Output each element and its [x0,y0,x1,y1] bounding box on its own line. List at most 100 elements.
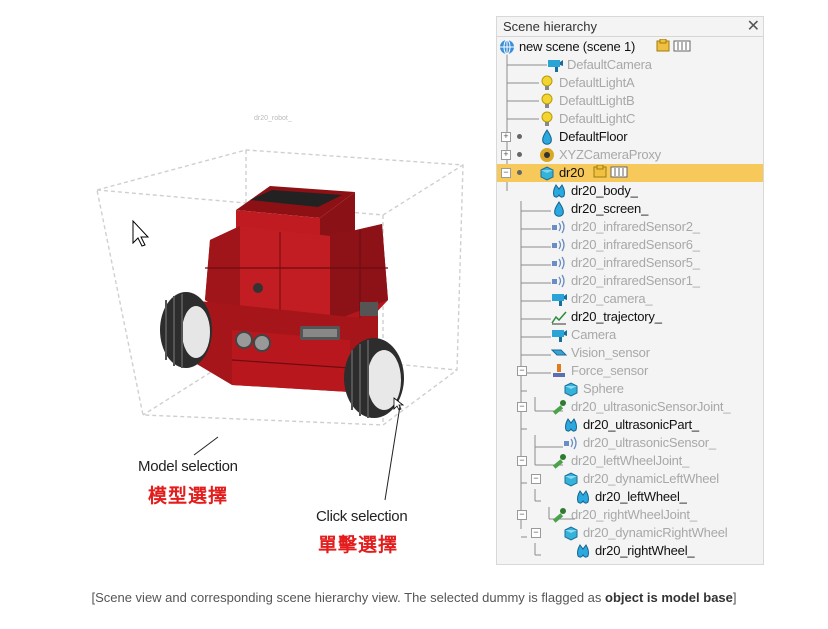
shape-compound-icon [575,489,591,505]
shape-compound-icon [575,543,591,559]
light-icon [539,93,555,109]
collapse-icon[interactable]: − [517,402,527,412]
model-base-icon [539,165,555,181]
shape-icon [539,129,555,145]
camera-icon [547,57,563,73]
cube-icon [563,471,579,487]
tree-item[interactable]: − dr20_dynamicRightWheel [497,524,763,542]
visibility-dot-icon[interactable] [517,170,522,175]
tree-item[interactable]: dr20_infraredSensor6_ [497,236,763,254]
tree-item-label: dr20_ultrasonicSensorJoint_ [571,399,731,414]
shape-compound-icon [563,417,579,433]
click-selection-label-zh: 單擊選擇 [318,535,399,556]
tree-item[interactable]: + DefaultFloor [497,128,763,146]
mouse-pointer-icon [132,219,150,247]
panel-header: Scene hierarchy ✕ [497,17,763,37]
tree-item[interactable]: Camera [497,326,763,344]
cube-icon [563,525,579,541]
tree-item-label: Force_sensor [571,363,649,378]
tree-item[interactable]: dr20_infraredSensor1_ [497,272,763,290]
visibility-dot-icon[interactable] [517,134,522,139]
cube-icon [563,381,579,397]
tree-item[interactable]: dr20_camera_ [497,290,763,308]
robot-model [160,186,404,418]
collapse-icon[interactable]: − [531,474,541,484]
globe-icon [499,39,515,55]
tree-item-label: DefaultLightC [559,111,636,126]
tree-item-label: dr20_infraredSensor1_ [571,273,700,288]
tree-item[interactable]: − dr20_rightWheelJoint_ [497,506,763,524]
tree-item[interactable]: − dr20_ultrasonicSensorJoint_ [497,398,763,416]
caption-text: [Scene view and corresponding scene hier… [91,590,606,605]
tree-item-label: DefaultLightB [559,93,635,108]
tree-item[interactable]: new scene (scene 1) [497,38,763,56]
collapse-icon[interactable]: − [517,366,527,376]
shape-compound-icon [551,183,567,199]
tree-item[interactable]: − dr20_leftWheelJoint_ [497,452,763,470]
tree-item-label: DefaultCamera [567,57,652,72]
tree-item[interactable]: Sphere [497,380,763,398]
tree-item[interactable]: dr20_body_ [497,182,763,200]
shape-icon [551,201,567,217]
model-selection-label: Model selection [138,458,238,475]
tree-item-label: dr20_infraredSensor2_ [571,219,700,234]
tree-item-label: Camera [571,327,617,342]
force-sensor-icon [551,363,567,379]
tree-item-label: dr20_rightWheelJoint_ [571,507,697,522]
tree-item-label: dr20_ultrasonicPart_ [583,417,699,432]
tree-item-label: dr20_rightWheel_ [595,543,695,558]
tree-item[interactable]: DefaultLightB [497,92,763,110]
tree-item-label: dr20_trajectory_ [571,309,662,324]
tree-item[interactable]: dr20_screen_ [497,200,763,218]
tree-item[interactable]: − dr20_dynamicLeftWheel [497,470,763,488]
script-icon[interactable] [656,38,692,56]
collapse-icon[interactable]: − [501,168,511,178]
collapse-icon[interactable]: − [517,510,527,520]
caption-end: ] [732,590,737,605]
scene-hierarchy-panel[interactable]: Scene hierarchy ✕ new scene (scene 1) De… [496,16,764,565]
tree-item[interactable]: DefaultLightA [497,74,763,92]
model-callout-line [193,436,219,456]
tree-item-label: dr20_infraredSensor5_ [571,255,700,270]
tree-item-label: dr20 [559,165,585,180]
light-icon [539,75,555,91]
tree-item[interactable]: Vision_sensor [497,344,763,362]
collapse-icon[interactable]: − [517,456,527,466]
caption-bold: object is model base [605,590,733,605]
tree-item[interactable]: dr20_infraredSensor5_ [497,254,763,272]
hierarchy-tree[interactable]: new scene (scene 1) DefaultCamera DefaultL… [497,37,763,564]
tree-item[interactable]: dr20_trajectory_ [497,308,763,326]
tree-item[interactable]: dr20_leftWheel_ [497,488,763,506]
robot-tag-label: dr20_robot_ [254,115,292,122]
proxy-icon [539,147,555,163]
tree-item-label: DefaultLightA [559,75,635,90]
tree-item[interactable]: + XYZCameraProxy [497,146,763,164]
tree-item[interactable]: dr20_infraredSensor2_ [497,218,763,236]
tree-item-label: dr20_screen_ [571,201,649,216]
tree-item[interactable]: DefaultLightC [497,110,763,128]
light-icon [539,111,555,127]
script-icon[interactable] [593,164,629,182]
visibility-dot-icon[interactable] [517,152,522,157]
tree-item-label: dr20_dynamicRightWheel [583,525,728,540]
proximity-sensor-icon [551,255,567,271]
tree-item[interactable]: dr20_ultrasonicPart_ [497,416,763,434]
expand-icon[interactable]: + [501,150,511,160]
camera-icon [551,291,567,307]
tree-item[interactable]: − Force_sensor [497,362,763,380]
close-icon[interactable]: ✕ [747,17,760,36]
joint-icon [551,453,567,469]
tree-item[interactable]: dr20_rightWheel_ [497,542,763,560]
scene-canvas[interactable] [0,0,490,570]
graph-icon [551,309,567,325]
camera-icon [551,327,567,343]
collapse-icon[interactable]: − [531,528,541,538]
tree-item[interactable]: − dr20 [497,164,763,182]
scene-view[interactable]: dr20_robot_ Model selection 模型選擇 Click s… [0,0,490,570]
tree-item[interactable]: dr20_ultrasonicSensor_ [497,434,763,452]
expand-icon[interactable]: + [501,132,511,142]
tree-item-label: dr20_leftWheelJoint_ [571,453,690,468]
tree-item-label: dr20_camera_ [571,291,653,306]
tree-item-label: dr20_leftWheel_ [595,489,687,504]
tree-item[interactable]: DefaultCamera [497,56,763,74]
